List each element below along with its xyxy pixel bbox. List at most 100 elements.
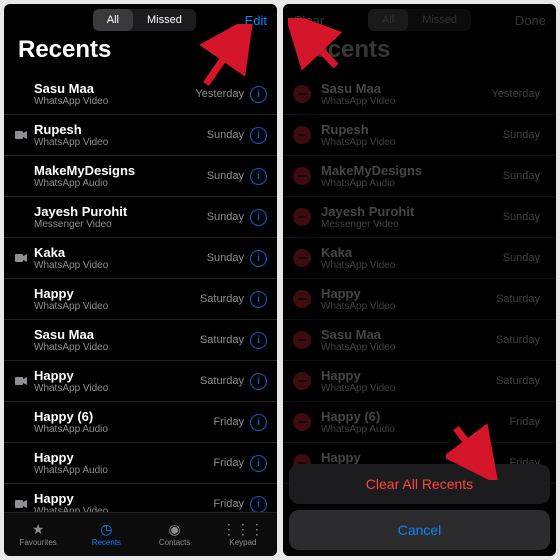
call-time: Saturday xyxy=(496,293,540,305)
call-time: Friday xyxy=(213,457,244,469)
call-row-edit[interactable]: Sasu MaaWhatsApp VideoSaturday xyxy=(283,320,556,361)
delete-icon[interactable] xyxy=(293,167,311,185)
call-time: Saturday xyxy=(496,334,540,346)
call-time: Sunday xyxy=(503,211,540,223)
call-time: Friday xyxy=(213,498,244,510)
video-icon xyxy=(14,131,28,139)
info-icon[interactable]: i xyxy=(250,127,267,144)
segmented-control[interactable]: All Missed xyxy=(93,9,196,31)
star-icon: ★ xyxy=(32,522,45,536)
clear-button[interactable]: Clear xyxy=(293,13,324,28)
call-subtitle: WhatsApp Video xyxy=(321,383,496,395)
call-subtitle: Messenger Video xyxy=(321,219,503,231)
call-row-edit[interactable]: RupeshWhatsApp VideoSunday xyxy=(283,115,556,156)
call-row[interactable]: HappyWhatsApp VideoSaturdayi xyxy=(4,279,277,320)
call-time: Saturday xyxy=(200,293,244,305)
seg-missed[interactable]: Missed xyxy=(408,9,471,31)
delete-icon[interactable] xyxy=(293,372,311,390)
call-row[interactable]: Sasu MaaWhatsApp VideoYesterdayi xyxy=(4,74,277,115)
info-icon[interactable]: i xyxy=(250,291,267,308)
clear-all-recents-button[interactable]: Clear All Recents xyxy=(289,464,550,504)
delete-icon[interactable] xyxy=(293,290,311,308)
tab-keypad[interactable]: ⋮⋮⋮Keypad xyxy=(209,513,277,556)
call-row-edit[interactable]: HappyWhatsApp VideoSaturday xyxy=(283,361,556,402)
call-time: Saturday xyxy=(200,375,244,387)
caller-name: Happy xyxy=(321,450,509,465)
call-time: Saturday xyxy=(200,334,244,346)
call-row-edit[interactable]: Sasu MaaWhatsApp VideoYesterday xyxy=(283,74,556,115)
call-row[interactable]: Happy (6)WhatsApp AudioFridayi xyxy=(4,402,277,443)
call-time: Sunday xyxy=(503,129,540,141)
call-row[interactable]: HappyWhatsApp VideoSaturdayi xyxy=(4,361,277,402)
info-icon[interactable]: i xyxy=(250,209,267,226)
nav-bar: All Missed Edit xyxy=(4,4,277,34)
delete-icon[interactable] xyxy=(293,331,311,349)
call-row[interactable]: HappyWhatsApp AudioFridayi xyxy=(4,443,277,484)
call-time: Sunday xyxy=(207,170,244,182)
call-row-edit[interactable]: MakeMyDesignsWhatsApp AudioSunday xyxy=(283,156,556,197)
caller-name: Happy xyxy=(321,368,496,383)
info-icon[interactable]: i xyxy=(250,496,267,513)
tab-contacts[interactable]: ◉Contacts xyxy=(141,513,209,556)
call-row[interactable]: HappyWhatsApp VideoFridayi xyxy=(4,484,277,512)
call-row[interactable]: Jayesh PurohitMessenger VideoSundayi xyxy=(4,197,277,238)
video-icon xyxy=(14,377,28,385)
call-row-edit[interactable]: HappyWhatsApp VideoSaturday xyxy=(283,279,556,320)
call-subtitle: WhatsApp Video xyxy=(34,260,207,272)
cancel-button[interactable]: Cancel xyxy=(289,510,550,550)
call-subtitle: WhatsApp Video xyxy=(321,260,503,272)
call-time: Sunday xyxy=(207,252,244,264)
delete-icon[interactable] xyxy=(293,208,311,226)
call-time: Sunday xyxy=(503,252,540,264)
caller-name: Sasu Maa xyxy=(321,327,496,342)
call-time: Saturday xyxy=(496,375,540,387)
caller-name: Rupesh xyxy=(321,122,503,137)
call-row[interactable]: MakeMyDesignsWhatsApp AudioSundayi xyxy=(4,156,277,197)
info-icon[interactable]: i xyxy=(250,250,267,267)
tab-favourites[interactable]: ★Favourites xyxy=(4,513,72,556)
seg-all[interactable]: All xyxy=(93,9,133,31)
call-row[interactable]: RupeshWhatsApp VideoSundayi xyxy=(4,115,277,156)
caller-name: Rupesh xyxy=(34,122,207,137)
done-button[interactable]: Done xyxy=(515,13,546,28)
info-icon[interactable]: i xyxy=(250,332,267,349)
caller-name: Happy xyxy=(34,286,200,301)
call-subtitle: WhatsApp Audio xyxy=(34,465,213,477)
info-icon[interactable]: i xyxy=(250,455,267,472)
video-icon xyxy=(14,254,28,262)
caller-name: Happy (6) xyxy=(321,409,509,424)
info-icon[interactable]: i xyxy=(250,86,267,103)
call-subtitle: WhatsApp Video xyxy=(321,137,503,149)
delete-icon[interactable] xyxy=(293,249,311,267)
edit-button[interactable]: Edit xyxy=(245,13,267,28)
caller-name: Sasu Maa xyxy=(34,81,195,96)
phone-right: Clear All Missed Done Recents Sasu MaaWh… xyxy=(283,4,556,556)
call-subtitle: Messenger Video xyxy=(34,219,207,231)
tab-bar: ★Favourites ◷Recents ◉Contacts ⋮⋮⋮Keypad xyxy=(4,512,277,556)
caller-name: Jayesh Purohit xyxy=(34,204,207,219)
info-icon[interactable]: i xyxy=(250,414,267,431)
segmented-control[interactable]: All Missed xyxy=(368,9,471,31)
info-icon[interactable]: i xyxy=(250,168,267,185)
seg-missed[interactable]: Missed xyxy=(133,9,196,31)
delete-icon[interactable] xyxy=(293,85,311,103)
seg-all[interactable]: All xyxy=(368,9,408,31)
tab-recents[interactable]: ◷Recents xyxy=(72,513,140,556)
caller-name: Sasu Maa xyxy=(34,327,200,342)
call-row-edit[interactable]: Happy (6)WhatsApp AudioFriday xyxy=(283,402,556,443)
delete-icon[interactable] xyxy=(293,413,311,431)
call-time: Sunday xyxy=(207,211,244,223)
call-row-edit[interactable]: Jayesh PurohitMessenger VideoSunday xyxy=(283,197,556,238)
recents-list[interactable]: Sasu MaaWhatsApp VideoYesterdayiRupeshWh… xyxy=(4,74,277,512)
caller-name: Happy xyxy=(34,450,213,465)
info-icon[interactable]: i xyxy=(250,373,267,390)
call-subtitle: WhatsApp Video xyxy=(34,96,195,108)
page-title: Recents xyxy=(283,34,556,74)
caller-name: Sasu Maa xyxy=(321,81,491,96)
call-row-edit[interactable]: KakaWhatsApp VideoSunday xyxy=(283,238,556,279)
delete-icon[interactable] xyxy=(293,126,311,144)
call-row[interactable]: Sasu MaaWhatsApp VideoSaturdayi xyxy=(4,320,277,361)
action-sheet: Clear All Recents Cancel xyxy=(289,464,550,550)
call-row[interactable]: KakaWhatsApp VideoSundayi xyxy=(4,238,277,279)
call-time: Friday xyxy=(509,416,540,428)
